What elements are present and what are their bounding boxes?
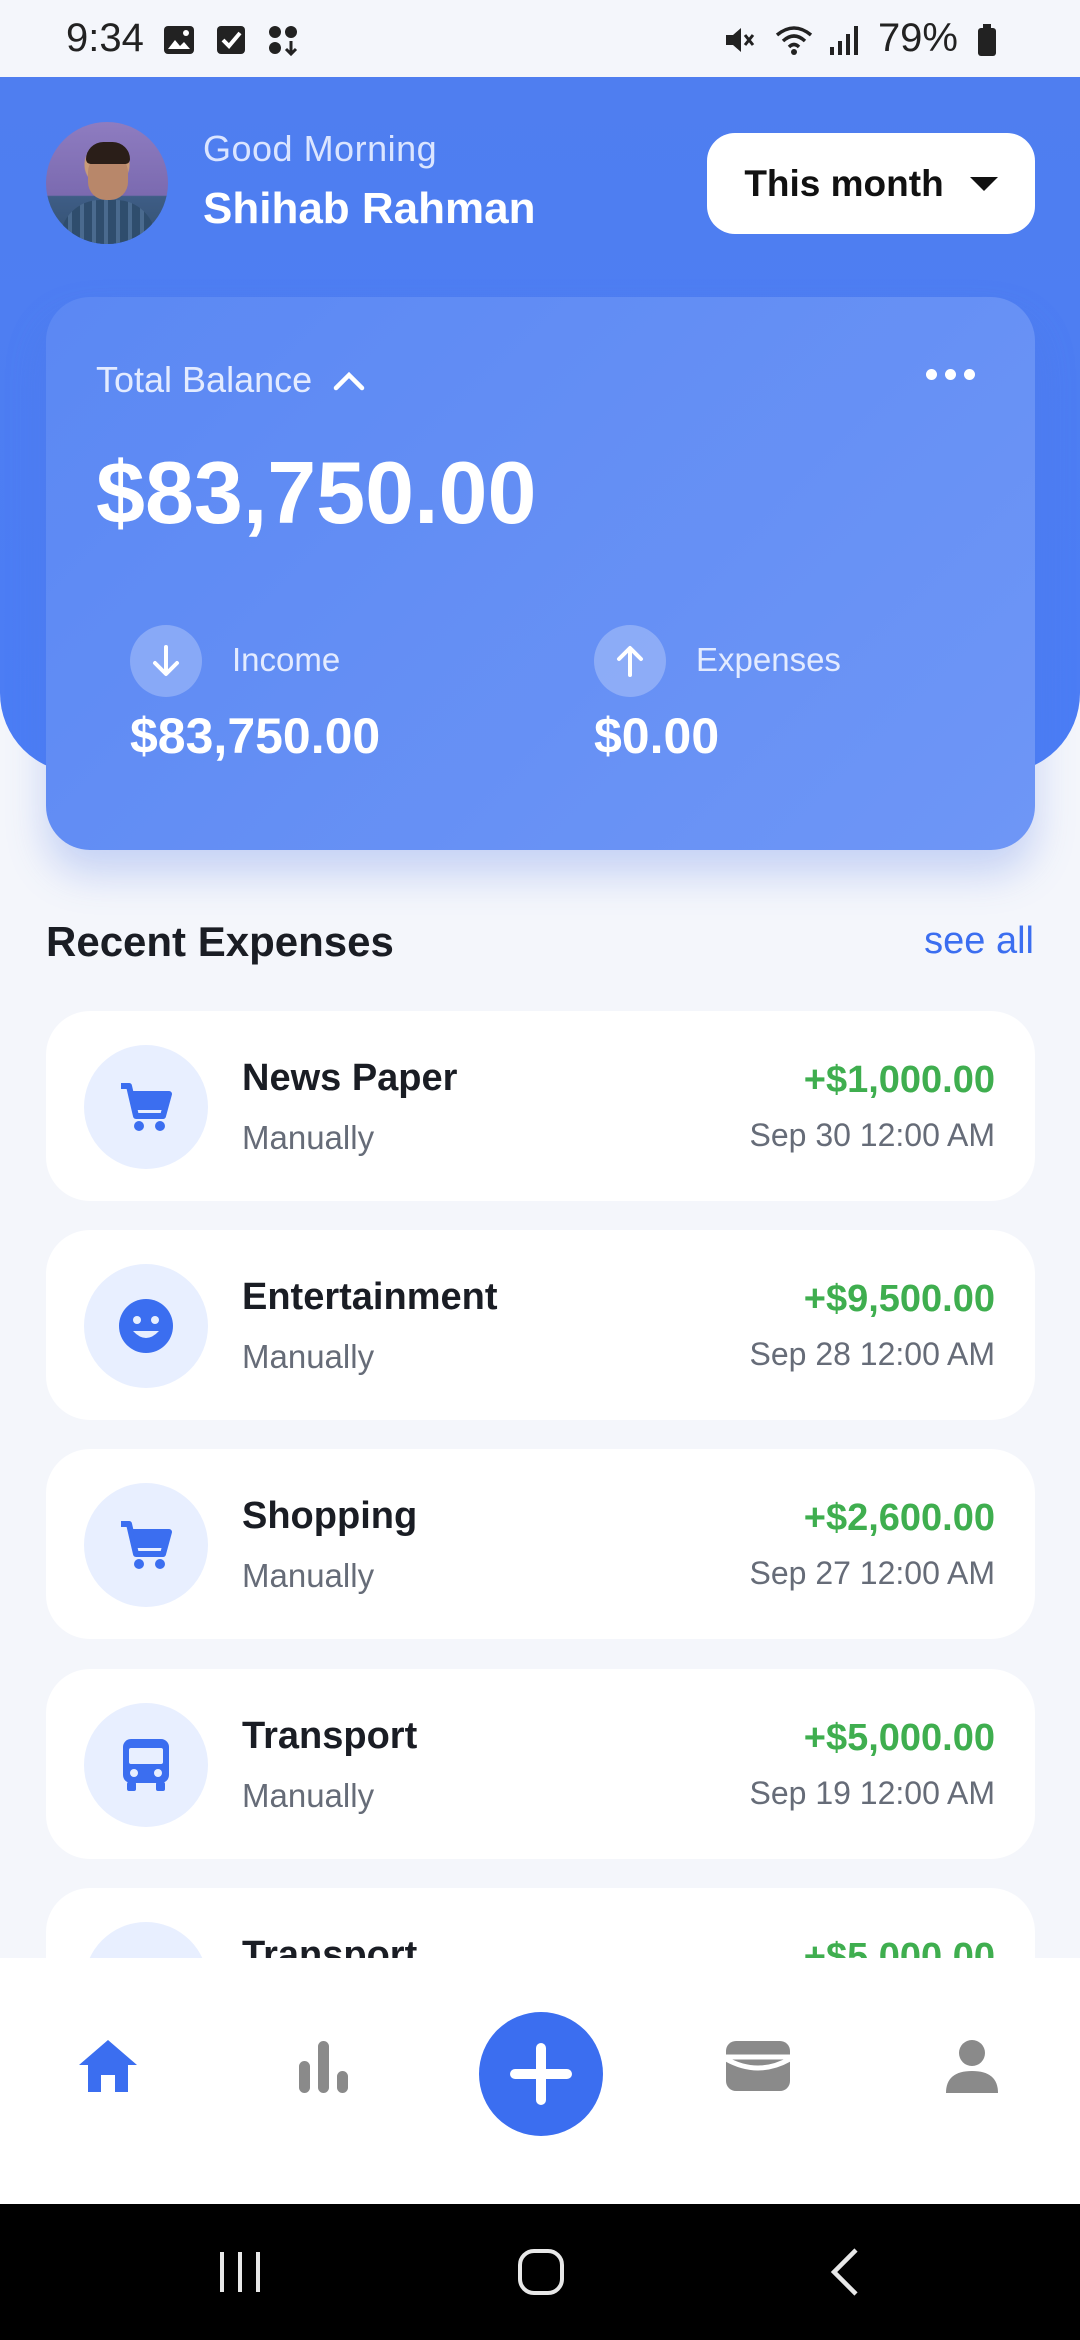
item-amount: +$2,600.00 bbox=[803, 1497, 995, 1539]
status-left: 9:34 bbox=[66, 16, 300, 61]
list-item[interactable]: Shopping Manually +$2,600.00 Sep 27 12:0… bbox=[46, 1449, 1035, 1639]
greeting-text: Good Morning bbox=[203, 128, 438, 169]
cart-icon bbox=[84, 1483, 208, 1607]
item-source: Manually bbox=[242, 1557, 375, 1594]
period-dropdown-label: This month bbox=[744, 162, 944, 204]
item-amount: +$1,000.00 bbox=[803, 1059, 995, 1101]
period-dropdown[interactable]: This month bbox=[707, 133, 1035, 234]
item-amount: +$5,000.00 bbox=[803, 1717, 995, 1759]
add-icon[interactable] bbox=[479, 2012, 603, 2136]
more-options-icon[interactable] bbox=[926, 369, 975, 380]
list-item[interactable]: Entertainment Manually +$9,500.00 Sep 28… bbox=[46, 1230, 1035, 1420]
status-time: 9:34 bbox=[66, 16, 144, 60]
balance-card: Total Balance $83,750.00 Income $83,750.… bbox=[46, 297, 1035, 850]
caret-down-icon bbox=[969, 176, 998, 191]
avatar[interactable] bbox=[46, 122, 168, 244]
status-bar: 9:34 79% bbox=[0, 0, 1080, 77]
item-amount: +$5,000.00 bbox=[803, 1936, 995, 1958]
item-date: Sep 19 12:00 AM bbox=[749, 1775, 995, 1811]
back-icon[interactable] bbox=[826, 2244, 866, 2305]
user-name: Shihab Rahman bbox=[203, 184, 536, 233]
item-title: Transport bbox=[242, 1934, 418, 1958]
see-all-link[interactable]: see all bbox=[924, 920, 1034, 963]
profile-icon[interactable] bbox=[934, 2028, 1010, 2104]
item-source: Manually bbox=[242, 1338, 375, 1375]
item-title: Entertainment bbox=[242, 1276, 498, 1318]
item-amount: +$9,500.00 bbox=[803, 1278, 995, 1320]
gallery-icon bbox=[162, 22, 196, 56]
list-item[interactable]: News Paper Manually +$1,000.00 Sep 30 12… bbox=[46, 1011, 1035, 1201]
expenses-value: $0.00 bbox=[594, 708, 720, 764]
bottom-nav bbox=[0, 1958, 1080, 2204]
bus-icon bbox=[84, 1703, 208, 1827]
total-balance-amount: $83,750.00 bbox=[96, 443, 537, 542]
status-right: 79% bbox=[722, 16, 1010, 61]
system-nav-bar bbox=[0, 2204, 1080, 2340]
bus-icon bbox=[84, 1922, 208, 1958]
item-source: Manually bbox=[242, 1119, 375, 1156]
home-button-icon[interactable] bbox=[516, 2244, 566, 2305]
mute-icon bbox=[722, 22, 756, 56]
income-label: Income bbox=[232, 641, 341, 678]
item-title: Shopping bbox=[242, 1495, 418, 1537]
expenses-label: Expenses bbox=[696, 641, 841, 678]
battery-percent: 79% bbox=[877, 16, 958, 60]
wifi-icon bbox=[774, 22, 813, 56]
stats-icon[interactable] bbox=[286, 2028, 362, 2104]
expense-list[interactable]: News Paper Manually +$1,000.00 Sep 30 12… bbox=[46, 1011, 1035, 1958]
item-title: News Paper bbox=[242, 1057, 458, 1099]
smile-icon bbox=[84, 1264, 208, 1388]
recent-apps-icon[interactable] bbox=[216, 2244, 264, 2305]
arrow-up-icon bbox=[594, 625, 666, 697]
arrow-down-icon bbox=[130, 625, 202, 697]
wallet-icon[interactable] bbox=[720, 2028, 796, 2104]
item-date: Sep 28 12:00 AM bbox=[749, 1336, 995, 1372]
item-date: Sep 27 12:00 AM bbox=[749, 1555, 995, 1591]
item-source: Manually bbox=[242, 1777, 375, 1814]
total-balance-label: Total Balance bbox=[96, 359, 313, 400]
battery-icon bbox=[976, 22, 1010, 56]
cart-icon bbox=[84, 1045, 208, 1169]
chevron-up-icon bbox=[332, 359, 366, 401]
item-date: Sep 30 12:00 AM bbox=[749, 1117, 995, 1153]
signal-icon bbox=[826, 22, 860, 56]
apps-download-icon bbox=[266, 22, 300, 56]
checkbox-icon bbox=[214, 22, 248, 56]
income-value: $83,750.00 bbox=[130, 708, 381, 764]
list-item[interactable]: Transport +$5,000.00 bbox=[46, 1888, 1035, 1958]
list-item[interactable]: Transport Manually +$5,000.00 Sep 19 12:… bbox=[46, 1669, 1035, 1859]
recent-expenses-title: Recent Expenses bbox=[46, 918, 394, 965]
total-balance-toggle[interactable]: Total Balance bbox=[96, 359, 366, 401]
item-title: Transport bbox=[242, 1715, 418, 1757]
home-icon[interactable] bbox=[70, 2028, 146, 2104]
